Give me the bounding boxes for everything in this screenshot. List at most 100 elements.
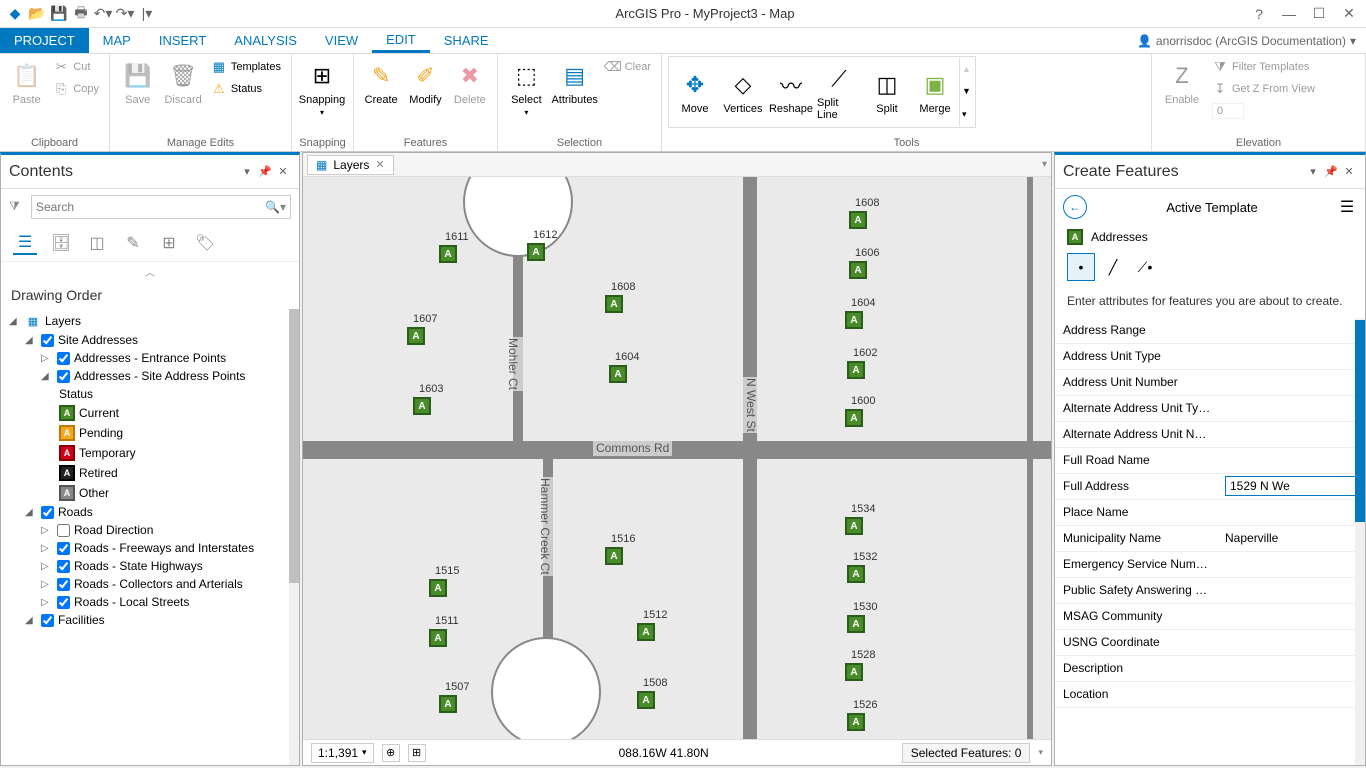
close-button[interactable]: ✕: [1338, 4, 1360, 24]
undo-icon[interactable]: ↶▾: [94, 5, 112, 23]
clear-button[interactable]: ⌫Clear: [601, 56, 655, 78]
attr-scrollbar[interactable]: [1355, 318, 1365, 765]
address-point[interactable]: A: [847, 361, 865, 379]
view-drawing-order[interactable]: ☰: [13, 231, 37, 255]
back-button[interactable]: ←: [1063, 195, 1087, 219]
cut-button[interactable]: ✂Cut: [49, 56, 103, 78]
view-selection[interactable]: ◫: [85, 231, 109, 255]
cf-dropdown-icon[interactable]: ▾: [1305, 164, 1321, 180]
attributes-button[interactable]: ▤Attributes: [551, 56, 599, 110]
gallery-up-icon[interactable]: ▲: [960, 62, 973, 76]
redo-icon[interactable]: ↷▾: [116, 5, 134, 23]
tree-retired[interactable]: ARetired: [1, 463, 299, 483]
z-value-field[interactable]: 0: [1208, 100, 1319, 122]
tree-road-direction[interactable]: ▷Road Direction: [1, 521, 299, 539]
contents-pin-icon[interactable]: 📌: [257, 164, 273, 180]
address-point[interactable]: A: [845, 311, 863, 329]
attr-row[interactable]: Alternate Address Unit Numb: [1055, 422, 1365, 448]
address-point[interactable]: A: [413, 397, 431, 415]
tree-highways[interactable]: ▷Roads - State Highways: [1, 557, 299, 575]
search-icon[interactable]: 🔍▾: [265, 200, 286, 214]
attr-row[interactable]: Location: [1055, 682, 1365, 708]
status-icon-1[interactable]: ⊕: [382, 744, 400, 762]
move-tool[interactable]: ✥Move: [671, 65, 719, 119]
status-icon-2[interactable]: ⊞: [408, 744, 426, 762]
cf-pin-icon[interactable]: 📌: [1323, 164, 1339, 180]
map-tabs-dropdown-icon[interactable]: ▾: [1042, 159, 1047, 170]
tree-local[interactable]: ▷Roads - Local Streets: [1, 593, 299, 611]
tab-project[interactable]: PROJECT: [0, 28, 89, 53]
gallery-down-icon[interactable]: ▼: [960, 84, 973, 98]
maximize-button[interactable]: ☐: [1308, 4, 1330, 24]
map-tab-layers[interactable]: ▦ Layers ✕: [307, 155, 394, 175]
contents-scrollbar[interactable]: [289, 309, 299, 765]
tree-facilities[interactable]: ◢Facilities: [1, 611, 299, 629]
attr-row[interactable]: USNG Coordinate: [1055, 630, 1365, 656]
view-editing[interactable]: ✎: [121, 231, 145, 255]
reshape-tool[interactable]: 〰Reshape: [767, 65, 815, 119]
address-point[interactable]: A: [527, 243, 545, 261]
vertices-tool[interactable]: ◇Vertices: [719, 65, 767, 119]
address-point[interactable]: A: [847, 713, 865, 731]
contents-dropdown-icon[interactable]: ▾: [239, 164, 255, 180]
account-label[interactable]: 👤 anorrisdoc (ArcGIS Documentation) ▾: [1137, 34, 1366, 48]
scale-selector[interactable]: 1:1,391▾: [311, 743, 374, 763]
attr-row[interactable]: MSAG Community: [1055, 604, 1365, 630]
app-icon[interactable]: ◆: [6, 5, 24, 23]
address-point[interactable]: A: [439, 245, 457, 263]
tree-other[interactable]: AOther: [1, 483, 299, 503]
tree-site-addresses[interactable]: ◢Site Addresses: [1, 331, 299, 349]
print-icon[interactable]: 🖶: [72, 5, 90, 23]
view-labeling[interactable]: 🏷: [193, 231, 217, 255]
collapse-icon[interactable]: ︿: [1, 262, 299, 281]
open-icon[interactable]: 📂: [28, 5, 46, 23]
save-icon[interactable]: 💾: [50, 5, 68, 23]
status-dropdown-icon[interactable]: ▾: [1038, 747, 1043, 758]
attr-row[interactable]: Address Range: [1055, 318, 1365, 344]
contents-close-icon[interactable]: ✕: [275, 164, 291, 180]
merge-tool[interactable]: ▣Merge: [911, 65, 959, 119]
paste-button[interactable]: 📋 Paste: [6, 56, 47, 110]
tab-insert[interactable]: INSERT: [145, 28, 220, 53]
snapping-button[interactable]: ⊞Snapping▾: [298, 56, 346, 121]
select-button[interactable]: ⬚Select▾: [504, 56, 549, 121]
modify-button[interactable]: ✐Modify: [404, 56, 446, 110]
tab-share[interactable]: SHARE: [430, 28, 503, 53]
create-button[interactable]: ✎Create: [360, 56, 402, 110]
tree-roads[interactable]: ◢Roads: [1, 503, 299, 521]
address-point[interactable]: A: [847, 565, 865, 583]
attr-row[interactable]: Municipality NameNaperville: [1055, 526, 1365, 552]
tab-analysis[interactable]: ANALYSIS: [220, 28, 311, 53]
help-button[interactable]: ?: [1248, 4, 1270, 24]
cf-menu-icon[interactable]: ☰: [1337, 197, 1357, 217]
tab-view[interactable]: VIEW: [311, 28, 372, 53]
address-point[interactable]: A: [845, 409, 863, 427]
point-tool[interactable]: •: [1067, 253, 1095, 281]
filter-icon[interactable]: ⧩: [9, 199, 25, 215]
split-line-tool[interactable]: ⟋Split Line: [815, 59, 863, 125]
attr-value[interactable]: Naperville: [1219, 531, 1365, 545]
attr-row[interactable]: Public Safety Answering Poin: [1055, 578, 1365, 604]
view-source[interactable]: 🗄: [49, 231, 73, 255]
line-end-tool[interactable]: ╱: [1099, 253, 1127, 281]
save-edits-button[interactable]: 💾Save: [116, 56, 159, 110]
copy-button[interactable]: ⎘Copy: [49, 78, 103, 100]
tab-close-icon[interactable]: ✕: [375, 158, 384, 171]
address-point[interactable]: A: [609, 365, 627, 383]
tree-current[interactable]: ACurrent: [1, 403, 299, 423]
get-z-button[interactable]: ↧Get Z From View: [1208, 78, 1319, 100]
tree-temporary[interactable]: ATemporary: [1, 443, 299, 463]
filter-templates-button[interactable]: ⧩Filter Templates: [1208, 56, 1319, 78]
template-addresses[interactable]: A Addresses: [1055, 225, 1365, 249]
contents-search[interactable]: 🔍▾: [31, 195, 291, 219]
attr-row[interactable]: Alternate Address Unit Type: [1055, 396, 1365, 422]
tree-site-address-points[interactable]: ◢Addresses - Site Address Points: [1, 367, 299, 385]
attr-row[interactable]: Full Road Name: [1055, 448, 1365, 474]
cf-close-icon[interactable]: ✕: [1341, 164, 1357, 180]
attr-input[interactable]: [1225, 476, 1359, 496]
attr-row[interactable]: Place Name: [1055, 500, 1365, 526]
tree-layers[interactable]: ◢▦Layers: [1, 311, 299, 331]
enable-z-button[interactable]: ZEnable: [1158, 56, 1206, 110]
tree-entrance-points[interactable]: ▷Addresses - Entrance Points: [1, 349, 299, 367]
attr-row[interactable]: Full Address: [1055, 474, 1365, 500]
